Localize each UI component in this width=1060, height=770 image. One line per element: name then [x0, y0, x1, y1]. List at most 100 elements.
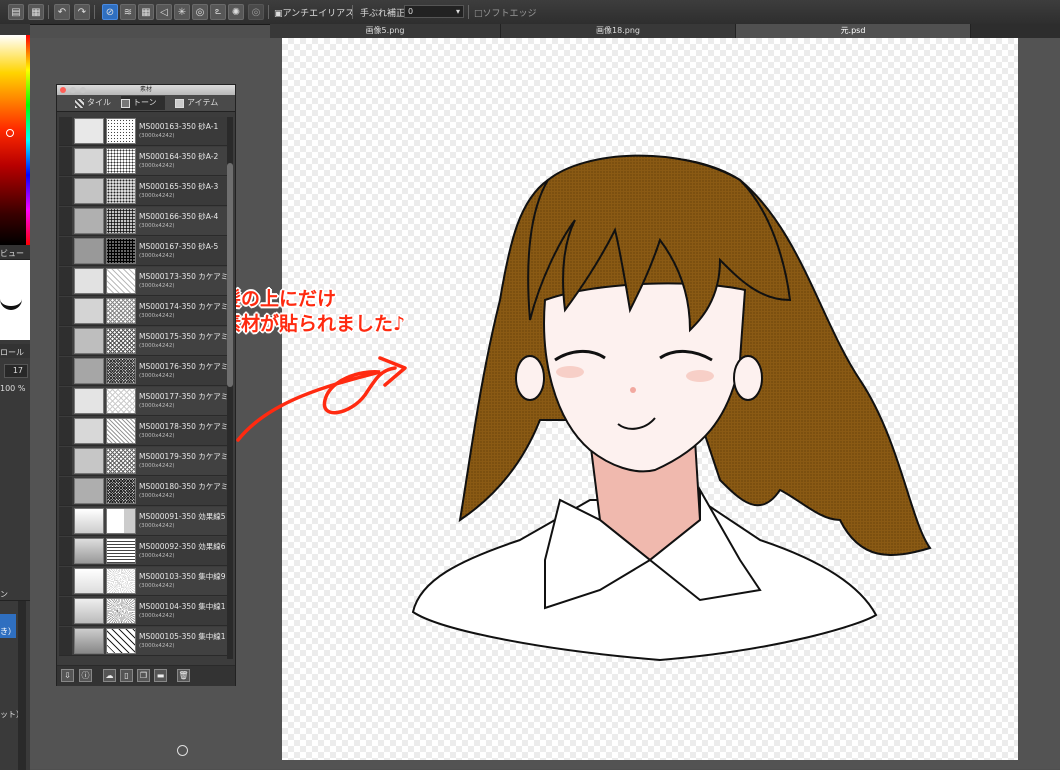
material-thumbnail-preview — [74, 178, 104, 204]
material-size: (3000x4242) — [139, 373, 175, 379]
material-thumbnail-preview — [74, 508, 104, 534]
material-thumbnail-preview — [74, 328, 104, 354]
left-ear — [515, 355, 545, 401]
material-thumbnail-preview — [74, 628, 104, 654]
material-list-item[interactable]: MS000175-350 カケアミ (3000x4242) — [59, 327, 231, 356]
material-thumbnail-preview — [74, 418, 104, 444]
material-thumbnail — [106, 298, 136, 324]
cursor-icon — [177, 745, 188, 756]
tab-tone[interactable]: トーン — [121, 96, 165, 110]
material-thumbnail — [106, 238, 136, 264]
material-size: (3000x4242) — [139, 403, 175, 409]
copy-icon[interactable]: ❐ — [137, 669, 150, 682]
material-thumbnail-preview — [74, 268, 104, 294]
material-list-item[interactable]: MS000166-350 砂A-4 (3000x4242) — [59, 207, 231, 236]
material-checkbox[interactable] — [59, 627, 72, 655]
paste-icon[interactable]: ⇩ — [61, 669, 74, 682]
material-name: MS000165-350 砂A-3 — [139, 182, 219, 191]
material-size: (3000x4242) — [139, 583, 175, 589]
trash-icon[interactable]: 🗑 — [177, 669, 190, 682]
material-thumbnail — [106, 388, 136, 414]
nose — [630, 387, 636, 393]
zoom-icon[interactable] — [80, 87, 86, 93]
material-list-item[interactable]: MS000092-350 効果線6 (3000x4242) — [59, 537, 231, 566]
page-icon[interactable]: ▯ — [120, 669, 133, 682]
close-icon[interactable] — [60, 87, 66, 93]
material-checkbox[interactable] — [59, 297, 72, 325]
material-thumbnail-preview — [74, 358, 104, 384]
annotation-line2: 素材が貼られました♪ — [222, 313, 406, 335]
tab-tone-label: トーン — [133, 98, 157, 107]
material-checkbox[interactable] — [59, 447, 72, 475]
folder-icon[interactable]: ▬ — [154, 669, 167, 682]
material-scrollbar[interactable] — [227, 117, 233, 659]
material-thumbnail — [106, 178, 136, 204]
material-list-item[interactable]: MS000179-350 カケアミ (3000x4242) — [59, 447, 231, 476]
material-list-item[interactable]: MS000165-350 砂A-3 (3000x4242) — [59, 177, 231, 206]
material-list-item[interactable]: MS000164-350 砂A-2 (3000x4242) — [59, 147, 231, 176]
tab-item-label: アイテム — [187, 98, 219, 107]
material-list-item[interactable]: MS000174-350 カケアミ (3000x4242) — [59, 297, 231, 326]
material-list-item[interactable]: MS000176-350 カケアミ (3000x4242) — [59, 357, 231, 386]
tab-item[interactable]: アイテム — [175, 96, 230, 110]
material-list-item[interactable]: MS000163-350 砂A-1 (3000x4242) — [59, 117, 231, 146]
tab-tile[interactable]: タイル — [75, 96, 115, 110]
material-thumbnail-preview — [74, 238, 104, 264]
material-size: (3000x4242) — [139, 613, 175, 619]
info-icon[interactable]: ⓘ — [79, 669, 92, 682]
material-thumbnail — [106, 508, 136, 534]
material-thumbnail — [106, 328, 136, 354]
material-list-item[interactable]: MS000177-350 カケアミ (3000x4242) — [59, 387, 231, 416]
material-list-item[interactable]: MS000180-350 カケアミ (3000x4242) — [59, 477, 231, 506]
material-thumbnail — [106, 478, 136, 504]
material-list-item[interactable]: MS000173-350 カケアミ (3000x4242) — [59, 267, 231, 296]
download-icon[interactable]: ☁ — [103, 669, 116, 682]
material-thumbnail-preview — [74, 148, 104, 174]
material-checkbox[interactable] — [59, 117, 72, 145]
annotation-arrow — [236, 366, 397, 442]
material-size: (3000x4242) — [139, 313, 175, 319]
left-cheek — [556, 366, 584, 378]
material-name: MS000178-350 カケアミ — [139, 422, 229, 431]
material-scrollbar-thumb[interactable] — [227, 163, 233, 387]
material-size: (3000x4242) — [139, 463, 175, 469]
material-checkbox[interactable] — [59, 357, 72, 385]
material-thumbnail — [106, 628, 136, 654]
material-checkbox[interactable] — [59, 537, 72, 565]
material-thumbnail — [106, 208, 136, 234]
material-name: MS000166-350 砂A-4 — [139, 212, 219, 221]
material-list-item[interactable]: MS000167-350 砂A-5 (3000x4242) — [59, 237, 231, 266]
material-checkbox[interactable] — [59, 147, 72, 175]
material-checkbox[interactable] — [59, 567, 72, 595]
material-checkbox[interactable] — [59, 267, 72, 295]
material-size: (3000x4242) — [139, 343, 175, 349]
material-thumbnail-preview — [74, 598, 104, 624]
material-checkbox[interactable] — [59, 237, 72, 265]
material-palette-titlebar[interactable]: 素材 — [57, 85, 235, 95]
material-list: MS000163-350 砂A-1 (3000x4242) MS000164-350… — [59, 117, 231, 659]
material-palette: 素材 タイル トーン アイテム MS000163-350 砂A-1 (3000x4… — [56, 84, 236, 686]
material-size: (3000x4242) — [139, 643, 175, 649]
material-checkbox[interactable] — [59, 207, 72, 235]
tile-icon — [75, 98, 84, 108]
material-size: (3000x4242) — [139, 433, 175, 439]
material-thumbnail — [106, 598, 136, 624]
material-thumbnail-preview — [74, 448, 104, 474]
material-list-item[interactable]: MS000103-350 集中線9 (3000x4242) — [59, 567, 231, 596]
material-name: MS000174-350 カケアミ — [139, 302, 229, 311]
material-checkbox[interactable] — [59, 327, 72, 355]
material-checkbox[interactable] — [59, 417, 72, 445]
material-checkbox[interactable] — [59, 477, 72, 505]
material-checkbox[interactable] — [59, 387, 72, 415]
material-list-item[interactable]: MS000178-350 カケアミ (3000x4242) — [59, 417, 231, 446]
material-checkbox[interactable] — [59, 507, 72, 535]
material-checkbox[interactable] — [59, 177, 72, 205]
material-checkbox[interactable] — [59, 597, 72, 625]
material-list-item[interactable]: MS000105-350 集中線1 (3000x4242) — [59, 627, 231, 656]
material-thumbnail — [106, 568, 136, 594]
material-size: (3000x4242) — [139, 193, 175, 199]
minimize-icon[interactable] — [70, 87, 76, 93]
material-name: MS000103-350 集中線9 — [139, 572, 226, 581]
material-list-item[interactable]: MS000091-350 効果線5 (3000x4242) — [59, 507, 231, 536]
material-list-item[interactable]: MS000104-350 集中線1 (3000x4242) — [59, 597, 231, 626]
